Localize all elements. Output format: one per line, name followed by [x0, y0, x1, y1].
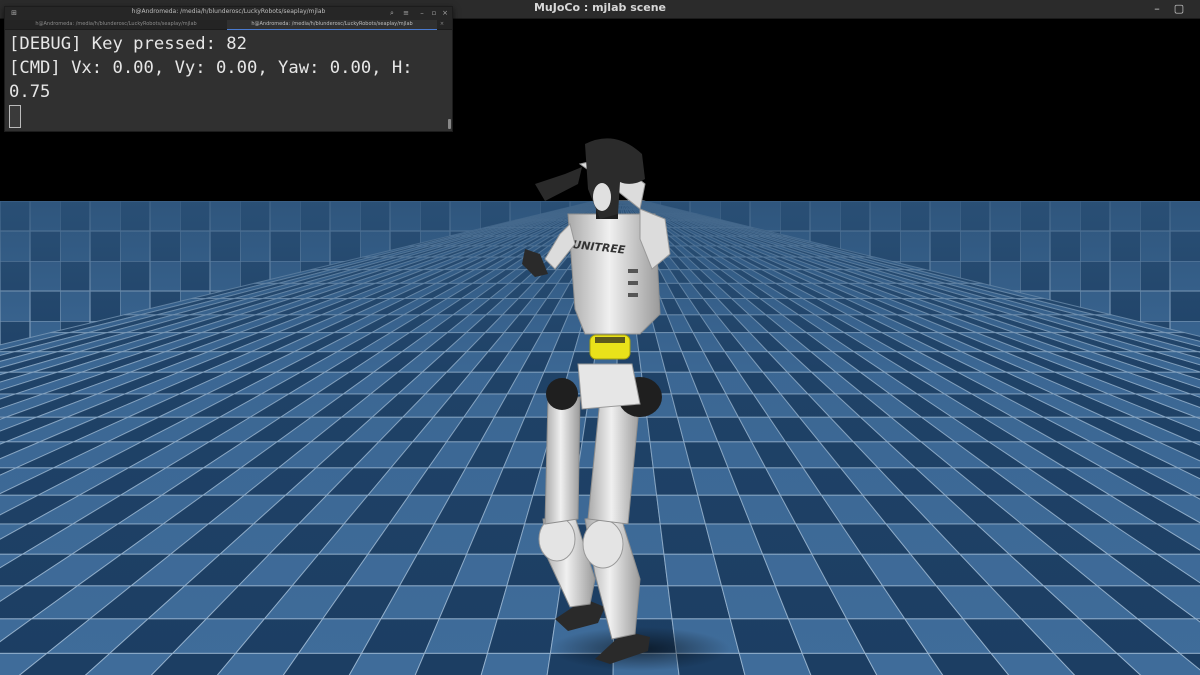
minimize-button[interactable]: –: [1148, 1, 1166, 17]
pelvis: [577, 363, 641, 410]
menu-icon[interactable]: ≡: [401, 8, 411, 18]
terminal-window[interactable]: ⊞ h@Andromeda: /media/h/blunderosc/Lucky…: [4, 6, 453, 132]
terminal-line: [CMD] Vx: 0.00, Vy: 0.00, Yaw: 0.00, H:: [9, 58, 413, 78]
tab-label: h@Andromeda: /media/h/blunderosc/LuckyRo…: [251, 21, 413, 27]
left-hip-joint: [546, 378, 578, 410]
minimize-icon[interactable]: –: [417, 8, 427, 18]
terminal-titlebar: ⊞ h@Andromeda: /media/h/blunderosc/Lucky…: [5, 7, 452, 20]
maximize-icon[interactable]: ▫: [429, 8, 439, 18]
tab-label: h@Andromeda: /media/h/blunderosc/LuckyRo…: [35, 21, 197, 27]
close-icon[interactable]: ×: [440, 8, 450, 18]
left-thigh: [544, 396, 581, 525]
terminal-tabbar: h@Andromeda: /media/h/blunderosc/LuckyRo…: [5, 20, 452, 30]
terminal-tab[interactable]: h@Andromeda: /media/h/blunderosc/LuckyRo…: [11, 20, 221, 29]
maximize-button[interactable]: ▢: [1170, 1, 1188, 17]
search-icon[interactable]: ⌕: [387, 8, 397, 18]
terminal-line: 0.75: [9, 82, 51, 102]
terminal-cursor: [9, 104, 21, 128]
tab-close-icon[interactable]: ×: [437, 20, 447, 29]
left-knee: [538, 516, 576, 562]
terminal-title: h@Andromeda: /media/h/blunderosc/LuckyRo…: [131, 8, 326, 15]
face-plate: [593, 183, 611, 211]
terminal-line: [DEBUG] Key pressed: 82: [9, 34, 247, 54]
terminal-tab-active[interactable]: h@Andromeda: /media/h/blunderosc/LuckyRo…: [227, 20, 437, 30]
terminal-scrollbar[interactable]: [448, 119, 451, 129]
terminal-output[interactable]: [DEBUG] Key pressed: 82 [CMD] Vx: 0.00, …: [5, 30, 452, 130]
right-knee: [582, 519, 624, 569]
